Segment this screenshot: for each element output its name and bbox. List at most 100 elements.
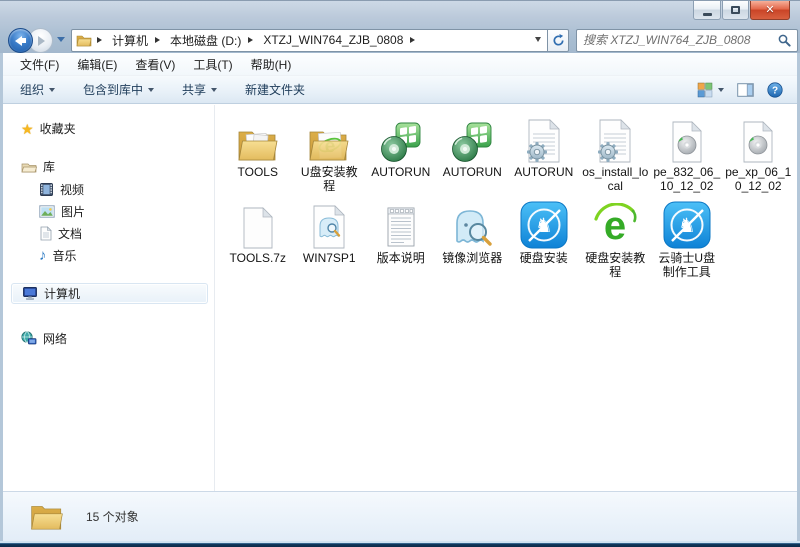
file-item-version-notes[interactable]: 版本说明 xyxy=(365,200,437,279)
breadcrumb-computer[interactable]: 计算机 xyxy=(110,32,150,49)
minimize-icon xyxy=(703,13,712,16)
file-item-tools-7z[interactable]: TOOLS.7z xyxy=(222,200,294,279)
minimize-button[interactable] xyxy=(693,1,721,20)
file-item-autorun-exe[interactable]: AUTORUN xyxy=(365,114,437,193)
file-item-autorun-inf[interactable]: AUTORUN xyxy=(508,114,580,193)
film-icon xyxy=(39,182,54,197)
breadcrumb-current-folder[interactable]: XTZJ_WIN764_ZJB_0808 xyxy=(261,33,405,47)
breadcrumb-local-disk-d[interactable]: 本地磁盘 (D:) xyxy=(168,32,243,49)
menu-help[interactable]: 帮助(H) xyxy=(242,53,301,76)
chevron-down-icon xyxy=(148,88,154,95)
sidebar-item-favorites[interactable]: ★ 收藏夹 xyxy=(21,118,76,139)
disc-document-icon xyxy=(741,121,775,163)
navigation-bar: 计算机 本地磁盘 (D:) XTZJ_WIN764_ZJB_0808 xyxy=(0,27,800,53)
file-list: TOOLS e U盘安装教程 xyxy=(218,105,797,491)
file-label: 版本说明 xyxy=(377,251,425,265)
ghost-document-icon xyxy=(311,205,347,249)
folder-icon xyxy=(76,33,92,47)
titlebar[interactable]: ✕ 计算机 本地磁盘 (D:) XTZJ_WIN764_ZJB_0808 xyxy=(0,1,800,53)
file-item-image-browser[interactable]: 镜像浏览器 xyxy=(437,200,509,279)
file-item-autorun-exe[interactable]: AUTORUN xyxy=(437,114,509,193)
change-view-button[interactable] xyxy=(695,78,726,102)
file-label: pe_832_06_10_12_02 xyxy=(653,165,721,193)
svg-text:e: e xyxy=(604,204,626,248)
file-label: 硬盘安装 xyxy=(520,251,568,265)
document-icon xyxy=(39,226,52,241)
breadcrumb-arrow-icon xyxy=(155,37,163,43)
new-folder-button[interactable]: 新建文件夹 xyxy=(236,77,314,102)
explorer-window: ✕ 计算机 本地磁盘 (D:) XTZJ_WIN764_ZJB_0808 xyxy=(0,0,800,547)
sidebar-item-network[interactable]: 网络 xyxy=(21,328,67,349)
notepad-document-icon xyxy=(384,205,418,249)
disc-document-icon xyxy=(670,121,704,163)
sidebar-item-videos[interactable]: 视频 xyxy=(39,179,84,200)
back-arrow-icon xyxy=(15,36,22,46)
forward-arrow-icon xyxy=(38,36,45,46)
close-icon: ✕ xyxy=(765,5,774,16)
file-item-hdd-install[interactable]: ♞ 硬盘安装 xyxy=(508,200,580,279)
address-bar[interactable]: 计算机 本地磁盘 (D:) XTZJ_WIN764_ZJB_0808 xyxy=(71,29,548,52)
back-button[interactable] xyxy=(8,28,33,53)
command-toolbar: 组织 包含到库中 共享 新建文件夹 xyxy=(3,76,797,104)
file-label: AUTORUN xyxy=(514,165,573,179)
file-item-pe-xp-iso[interactable]: pe_xp_06_10_12_02 xyxy=(723,114,795,193)
file-label: os_install_local xyxy=(581,165,649,193)
file-item-pe-832-iso[interactable]: pe_832_06_10_12_02 xyxy=(651,114,723,193)
organize-button[interactable]: 组织 xyxy=(11,77,64,102)
refresh-button[interactable] xyxy=(548,29,569,52)
file-item-tools[interactable]: TOOLS xyxy=(222,114,294,193)
navigation-pane: ★ 收藏夹 库 视频 xyxy=(3,105,215,491)
file-item-hdd-install-tutorial[interactable]: e 硬盘安装教程 xyxy=(580,200,652,279)
sidebar-item-documents[interactable]: 文档 xyxy=(39,223,82,244)
sidebar-item-computer[interactable]: 计算机 xyxy=(11,283,208,304)
help-button[interactable]: ? xyxy=(765,78,785,102)
include-in-library-button[interactable]: 包含到库中 xyxy=(74,77,163,102)
menu-bar: 文件(F) 编辑(E) 查看(V) 工具(T) 帮助(H) xyxy=(3,53,797,76)
file-label: U盘安装教程 xyxy=(295,165,363,193)
search-icon xyxy=(778,34,791,47)
share-button[interactable]: 共享 xyxy=(173,77,226,102)
help-icon: ? xyxy=(767,82,783,98)
menu-tools[interactable]: 工具(T) xyxy=(184,53,241,76)
file-label: WIN7SP1 xyxy=(303,251,356,265)
search-input[interactable] xyxy=(583,33,778,47)
folder-icon xyxy=(30,501,64,533)
computer-icon xyxy=(22,286,38,301)
sidebar-item-pictures[interactable]: 图片 xyxy=(39,201,85,222)
menu-view[interactable]: 查看(V) xyxy=(126,53,184,76)
file-label: 云骑士U盘制作工具 xyxy=(653,251,721,279)
blank-document-icon xyxy=(241,207,275,249)
library-icon xyxy=(21,160,37,174)
content-area: ★ 收藏夹 库 视频 xyxy=(3,105,797,491)
refresh-icon xyxy=(552,34,565,47)
close-button[interactable]: ✕ xyxy=(750,1,790,20)
menu-file[interactable]: 文件(F) xyxy=(11,53,68,76)
picture-icon xyxy=(39,205,55,218)
gear-document-icon xyxy=(596,119,634,163)
maximize-button[interactable] xyxy=(722,1,749,20)
knight-app-icon: ♞ xyxy=(663,201,711,249)
preview-pane-button[interactable] xyxy=(735,79,756,101)
sidebar-item-libraries[interactable]: 库 xyxy=(21,156,55,177)
file-item-win7sp1[interactable]: WIN7SP1 xyxy=(294,200,366,279)
window-controls: ✕ xyxy=(692,1,790,20)
sidebar-item-music[interactable]: ♪ 音乐 xyxy=(39,245,77,266)
chevron-down-icon xyxy=(49,88,55,95)
address-history-dropdown[interactable] xyxy=(531,35,545,45)
setup-disc-icon xyxy=(452,121,492,163)
preview-pane-icon xyxy=(737,83,754,97)
svg-text:♞: ♞ xyxy=(678,215,696,237)
file-item-yunqishi-usb-tool[interactable]: ♞ 云骑士U盘制作工具 xyxy=(651,200,723,279)
views-icon xyxy=(697,82,713,98)
file-item-usb-tutorial[interactable]: e U盘安装教程 xyxy=(294,114,366,193)
item-count: 15 个对象 xyxy=(86,508,139,525)
ghost-viewer-icon xyxy=(449,203,495,249)
status-bar: 15 个对象 xyxy=(3,491,797,541)
network-icon xyxy=(21,331,37,346)
file-label: TOOLS xyxy=(238,165,278,179)
chevron-down-icon xyxy=(211,88,217,95)
file-item-os-install-local[interactable]: os_install_local xyxy=(580,114,652,193)
menu-edit[interactable]: 编辑(E) xyxy=(68,53,126,76)
recent-pages-dropdown[interactable] xyxy=(57,37,65,46)
music-note-icon: ♪ xyxy=(39,248,47,263)
